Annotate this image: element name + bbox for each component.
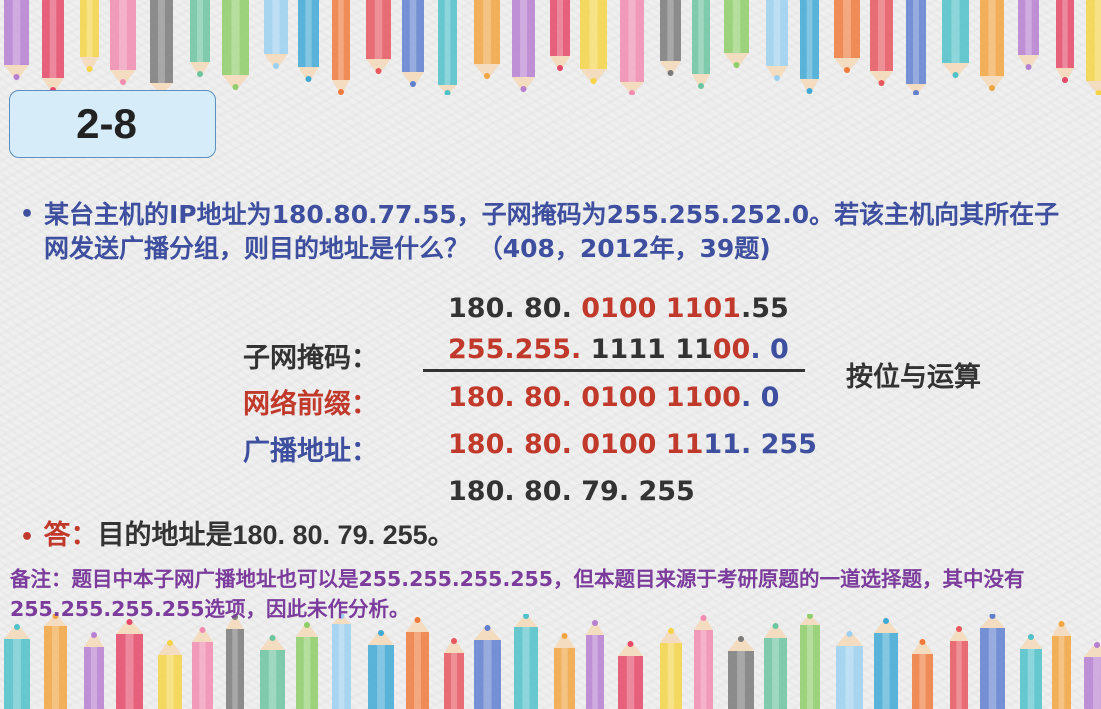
pencil-icon bbox=[42, 0, 64, 94]
mask-label: 子网掩码： bbox=[243, 343, 378, 374]
broadcast-label: 广播地址： bbox=[243, 436, 378, 467]
pencil-icon bbox=[192, 626, 213, 709]
pencil-icon bbox=[800, 0, 819, 95]
pencil-icon bbox=[298, 0, 319, 83]
pencil-icon bbox=[190, 0, 210, 78]
bullet-icon: • bbox=[20, 525, 35, 550]
answer-line: • 答：目的地址是180. 80. 79. 255。 bbox=[20, 520, 455, 551]
pencil-icon bbox=[438, 0, 457, 95]
pencil-icon bbox=[84, 631, 104, 709]
pencil-icon bbox=[950, 625, 968, 709]
bullet-icon: • bbox=[20, 202, 35, 227]
pencil-icon bbox=[618, 640, 643, 709]
pencil-icon bbox=[906, 0, 926, 95]
pencil-icon bbox=[80, 0, 99, 73]
pencil-icon bbox=[260, 634, 285, 709]
pencil-icon bbox=[836, 630, 863, 709]
pencil-icon bbox=[158, 639, 182, 709]
pencil-icon bbox=[474, 0, 500, 80]
network-prefix-label: 网络前缀： bbox=[243, 389, 378, 420]
pencil-icon bbox=[692, 0, 710, 90]
pencil-icon bbox=[980, 614, 1005, 709]
pencil-icon bbox=[332, 614, 351, 709]
pencil-icon bbox=[874, 617, 898, 709]
pencil-icon bbox=[4, 623, 30, 709]
pencil-icon bbox=[296, 621, 318, 709]
pencil-icon bbox=[660, 0, 681, 77]
pencil-icon bbox=[580, 0, 607, 85]
pencil-icon bbox=[222, 0, 249, 91]
pencil-icon bbox=[1020, 633, 1042, 709]
pencil-icon bbox=[44, 614, 67, 709]
pencil-icon bbox=[366, 0, 391, 75]
pencil-icon bbox=[444, 637, 464, 709]
pencil-icon bbox=[512, 0, 535, 93]
problem-number-badge: 2-8 bbox=[9, 90, 216, 158]
pencil-icon bbox=[1018, 0, 1039, 71]
result-line: 180. 80. 79. 255 bbox=[448, 476, 695, 507]
question-text: 某台主机的IP地址为180.80.77.55，子网掩码为255.255.252.… bbox=[44, 200, 1060, 263]
pencil-icon bbox=[1052, 620, 1071, 709]
pencil-icon bbox=[942, 0, 969, 79]
network-prefix-line: 180. 80. 0100 1100. 0 bbox=[448, 382, 780, 413]
pencil-icon bbox=[870, 0, 893, 87]
answer-label: 答： bbox=[43, 520, 98, 551]
broadcast-line: 180. 80. 0100 1111. 255 bbox=[448, 429, 817, 460]
pencil-icon bbox=[764, 622, 787, 709]
pencil-icon bbox=[1056, 0, 1074, 84]
pencil-icon bbox=[368, 629, 394, 709]
pencil-icon bbox=[834, 0, 860, 74]
pencil-icon bbox=[728, 635, 754, 709]
pencil-icon bbox=[912, 638, 933, 709]
subnet-mask-line: 255.255. 1111 1100. 0 bbox=[448, 334, 789, 365]
operation-label: 按位与运算 bbox=[846, 362, 981, 393]
ip-address-line: 180. 80. 0100 1101.55 bbox=[448, 293, 789, 324]
pencil-icon bbox=[1084, 641, 1101, 709]
pencil-icon bbox=[620, 0, 644, 95]
pencil-icon bbox=[110, 0, 136, 86]
pencil-icon bbox=[554, 632, 575, 709]
pencil-icon bbox=[514, 614, 538, 709]
pencil-icon bbox=[226, 614, 244, 709]
pencil-icon bbox=[724, 0, 749, 69]
pencil-icon bbox=[406, 616, 429, 709]
pencil-border-bottom bbox=[0, 614, 1101, 709]
pencil-icon bbox=[402, 0, 424, 88]
pencil-icon bbox=[150, 0, 173, 95]
pencil-icon bbox=[116, 618, 143, 709]
pencil-icon bbox=[694, 614, 713, 709]
pencil-icon bbox=[660, 627, 682, 709]
pencil-icon bbox=[474, 624, 501, 709]
pencil-icon bbox=[1086, 0, 1101, 95]
and-operation-rule bbox=[423, 369, 805, 372]
pencil-icon bbox=[800, 614, 820, 709]
pencil-icon bbox=[4, 0, 29, 81]
pencil-icon bbox=[550, 0, 570, 72]
problem-number: 2-8 bbox=[76, 100, 137, 147]
question-block: • 某台主机的IP地址为180.80.77.55，子网掩码为255.255.25… bbox=[20, 198, 1080, 266]
pencil-border-top bbox=[0, 0, 1101, 95]
remark-note: 备注：题目中本子网广播地址也可以是255.255.255.255，但本题目来源于… bbox=[10, 567, 1025, 621]
pencil-icon bbox=[332, 0, 350, 95]
pencil-icon bbox=[980, 0, 1004, 92]
pencil-icon bbox=[766, 0, 788, 82]
pencil-icon bbox=[264, 0, 288, 70]
pencil-icon bbox=[586, 619, 604, 709]
